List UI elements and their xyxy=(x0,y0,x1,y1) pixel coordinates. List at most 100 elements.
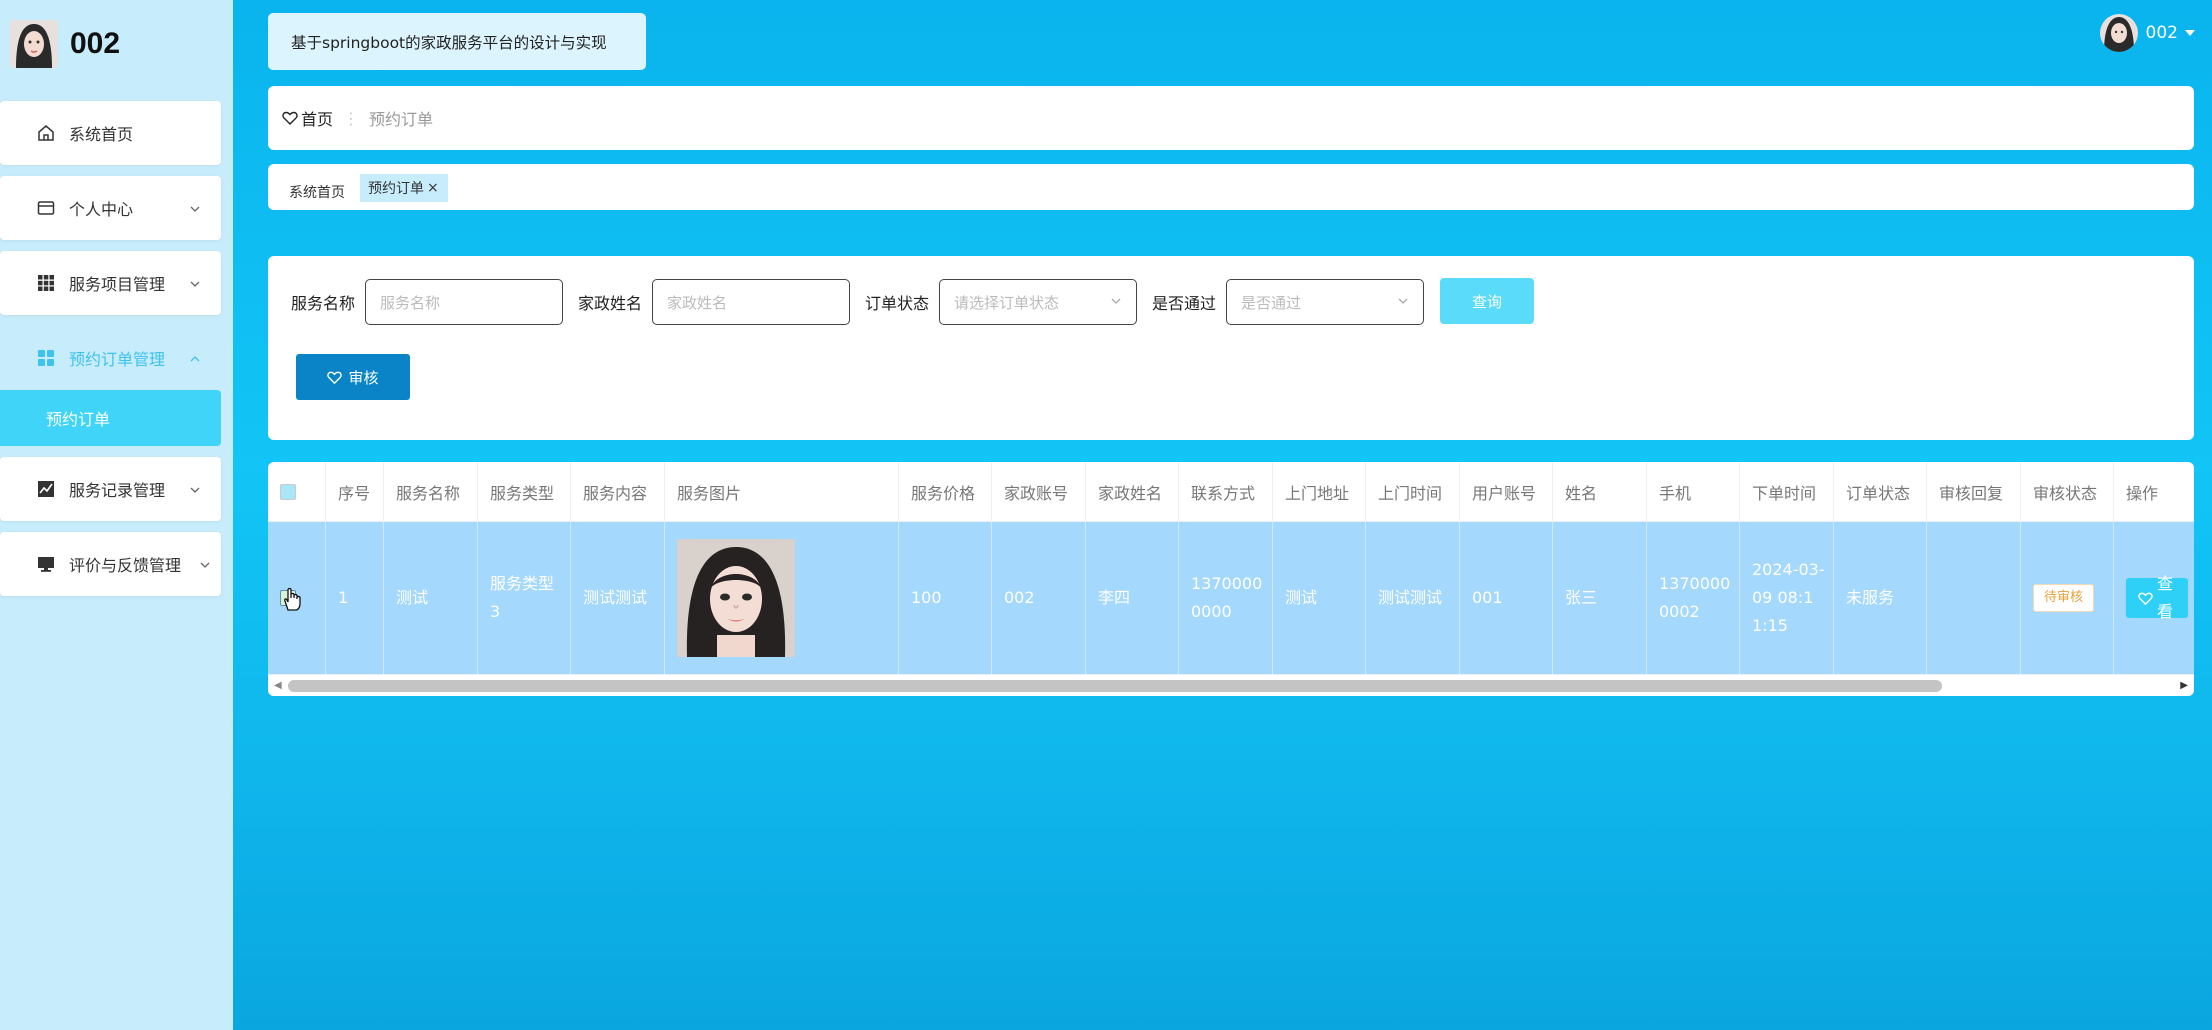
scroll-left-icon[interactable]: ◀ xyxy=(274,680,282,691)
horizontal-scrollbar[interactable]: ◀ ▶ xyxy=(268,674,2194,696)
order-status-select[interactable]: 请选择订单状态 xyxy=(939,279,1138,325)
chevron-down-icon xyxy=(199,556,211,575)
monitor-icon xyxy=(35,553,57,575)
passed-field: 是否通过 是否通过 xyxy=(1152,278,1425,326)
table-header-cell: 服务名称 xyxy=(384,462,478,522)
table-header-cell: 序号 xyxy=(326,462,384,522)
avatar xyxy=(10,20,58,68)
sidebar-item-label: 服务记录管理 xyxy=(69,481,166,500)
sidebar-item-orders[interactable]: 预约订单管理 xyxy=(0,326,221,390)
cell-visit-time: 测试测试 xyxy=(1366,522,1460,674)
heart-icon xyxy=(327,370,343,385)
passed-select[interactable]: 是否通过 xyxy=(1226,279,1425,325)
service-name-label: 服务名称 xyxy=(291,294,356,313)
audit-button[interactable]: 审核 xyxy=(296,354,410,400)
staff-name-placeholder: 家政姓名 xyxy=(667,293,728,312)
cell-audit-reply xyxy=(1927,522,2021,674)
sidebar-item-label: 服务项目管理 xyxy=(69,275,166,294)
order-status-field: 订单状态 请选择订单状态 xyxy=(865,278,1138,326)
staff-name-field: 家政姓名 家政姓名 xyxy=(578,278,851,326)
status-badge: 待审核 xyxy=(2033,584,2095,612)
cell-staff-account: 002 xyxy=(992,522,1086,674)
breadcrumb-home-label: 首页 xyxy=(301,110,334,129)
chevron-down-icon xyxy=(189,481,201,500)
table-header-cell: 服务图片 xyxy=(665,462,899,522)
table-header-cell: 姓名 xyxy=(1553,462,1647,522)
table-row[interactable]: 1 测试 服务类型3 测试测试 100 002 李四 13700000000 测… xyxy=(268,522,2194,674)
cell-order-time: 2024-03-09 08:11:15 xyxy=(1740,522,1834,674)
sidebar-item-personal[interactable]: 个人中心 xyxy=(0,176,221,240)
sidebar-item-label: 评价与反馈管理 xyxy=(69,556,182,575)
sidebar-subitem-orders[interactable]: 预约订单 xyxy=(0,390,221,446)
caret-down-icon xyxy=(2184,23,2196,43)
cell-service-content: 测试测试 xyxy=(571,522,665,674)
staff-name-label: 家政姓名 xyxy=(578,294,643,313)
chevron-down-icon xyxy=(1110,293,1122,311)
table-header-cell: 上门地址 xyxy=(1273,462,1366,522)
sidebar-item-services[interactable]: 服务项目管理 xyxy=(0,251,221,315)
heart-icon xyxy=(2138,591,2153,606)
breadcrumb-current: 预约订单 xyxy=(369,110,434,129)
cell-service-image xyxy=(665,522,899,674)
user-menu[interactable]: 002 xyxy=(2099,14,2196,52)
chevron-up-icon xyxy=(189,350,201,369)
table-header-cell: 家政账号 xyxy=(992,462,1086,522)
search-panel: 服务名称 服务名称 家政姓名 家政姓名 订单状态 请选择订单状态 是否通过 是否… xyxy=(268,256,2194,440)
order-status-placeholder: 请选择订单状态 xyxy=(954,293,1060,312)
table-header-cell: 审核状态 xyxy=(2021,462,2114,522)
staff-name-input[interactable]: 家政姓名 xyxy=(652,279,851,325)
cell-price: 100 xyxy=(899,522,992,674)
service-photo xyxy=(677,539,795,657)
cell-service-type: 服务类型3 xyxy=(478,522,571,674)
cell-staff-name: 李四 xyxy=(1086,522,1179,674)
view-button[interactable]: 查看 xyxy=(2126,574,2188,621)
cell-name: 张三 xyxy=(1553,522,1647,674)
table-header-cell: 操作 xyxy=(2126,484,2159,503)
sidebar-item-home[interactable]: 系统首页 xyxy=(0,101,221,165)
cell-address: 测试 xyxy=(1273,522,1366,674)
tab-orders-label: 预约订单 xyxy=(368,181,424,197)
chevron-down-icon xyxy=(1397,293,1409,311)
hand-cursor-icon xyxy=(281,586,303,621)
cell-order-status: 未服务 xyxy=(1834,522,1927,674)
tab-orders[interactable]: 预约订单 × xyxy=(360,174,448,202)
table-header-cell: 审核回复 xyxy=(1927,462,2021,522)
table-header-cell: 联系方式 xyxy=(1179,462,1273,522)
grid-icon xyxy=(35,272,57,294)
apps-icon xyxy=(35,347,57,369)
service-name-input[interactable]: 服务名称 xyxy=(365,279,564,325)
table-header-cell: 手机 xyxy=(1647,462,1740,522)
sidebar-menu: 系统首页 个人中心 服务项目管理 预约订单管理 预约订单 服务记录管理 评价与反… xyxy=(0,101,221,607)
scrollbar-thumb[interactable] xyxy=(288,680,1942,692)
passed-placeholder: 是否通过 xyxy=(1241,293,1302,312)
heart-icon xyxy=(282,110,298,126)
sidebar-item-feedback[interactable]: 评价与反馈管理 xyxy=(0,532,221,596)
row-select[interactable] xyxy=(268,522,326,674)
query-button[interactable]: 查询 xyxy=(1440,278,1534,324)
cell-action: 查看 xyxy=(2114,522,2194,674)
close-icon[interactable]: × xyxy=(427,180,439,196)
table-header-cell: 下单时间 xyxy=(1740,462,1834,522)
sidebar-item-label: 预约订单管理 xyxy=(69,350,166,369)
breadcrumb-home[interactable]: 首页 xyxy=(282,106,333,130)
header-select-all[interactable] xyxy=(268,462,326,522)
cell-audit-status: 待审核 xyxy=(2021,522,2114,674)
scroll-right-icon[interactable]: ▶ xyxy=(2180,680,2188,691)
table-header-cell: 订单状态 xyxy=(1834,462,1927,522)
tab-home[interactable]: 系统首页 xyxy=(289,182,345,202)
user-avatar xyxy=(2099,14,2138,52)
audit-button-label: 审核 xyxy=(348,368,379,387)
breadcrumb: 首页 ⋮ 预约订单 xyxy=(268,86,2194,150)
table-header-cell: 用户账号 xyxy=(1460,462,1553,522)
sidebar-item-records[interactable]: 服务记录管理 xyxy=(0,457,221,521)
card-icon xyxy=(35,197,57,219)
cell-index: 1 xyxy=(326,522,384,674)
table-header-cell: 家政姓名 xyxy=(1086,462,1179,522)
user-name: 002 xyxy=(2145,23,2178,43)
checkbox[interactable] xyxy=(280,484,296,500)
cell-service-name: 测试 xyxy=(384,522,478,674)
chart-icon xyxy=(35,478,57,500)
cell-user-account: 001 xyxy=(1460,522,1553,674)
chevron-down-icon xyxy=(189,200,201,219)
cell-phone: 13700000002 xyxy=(1647,522,1740,674)
